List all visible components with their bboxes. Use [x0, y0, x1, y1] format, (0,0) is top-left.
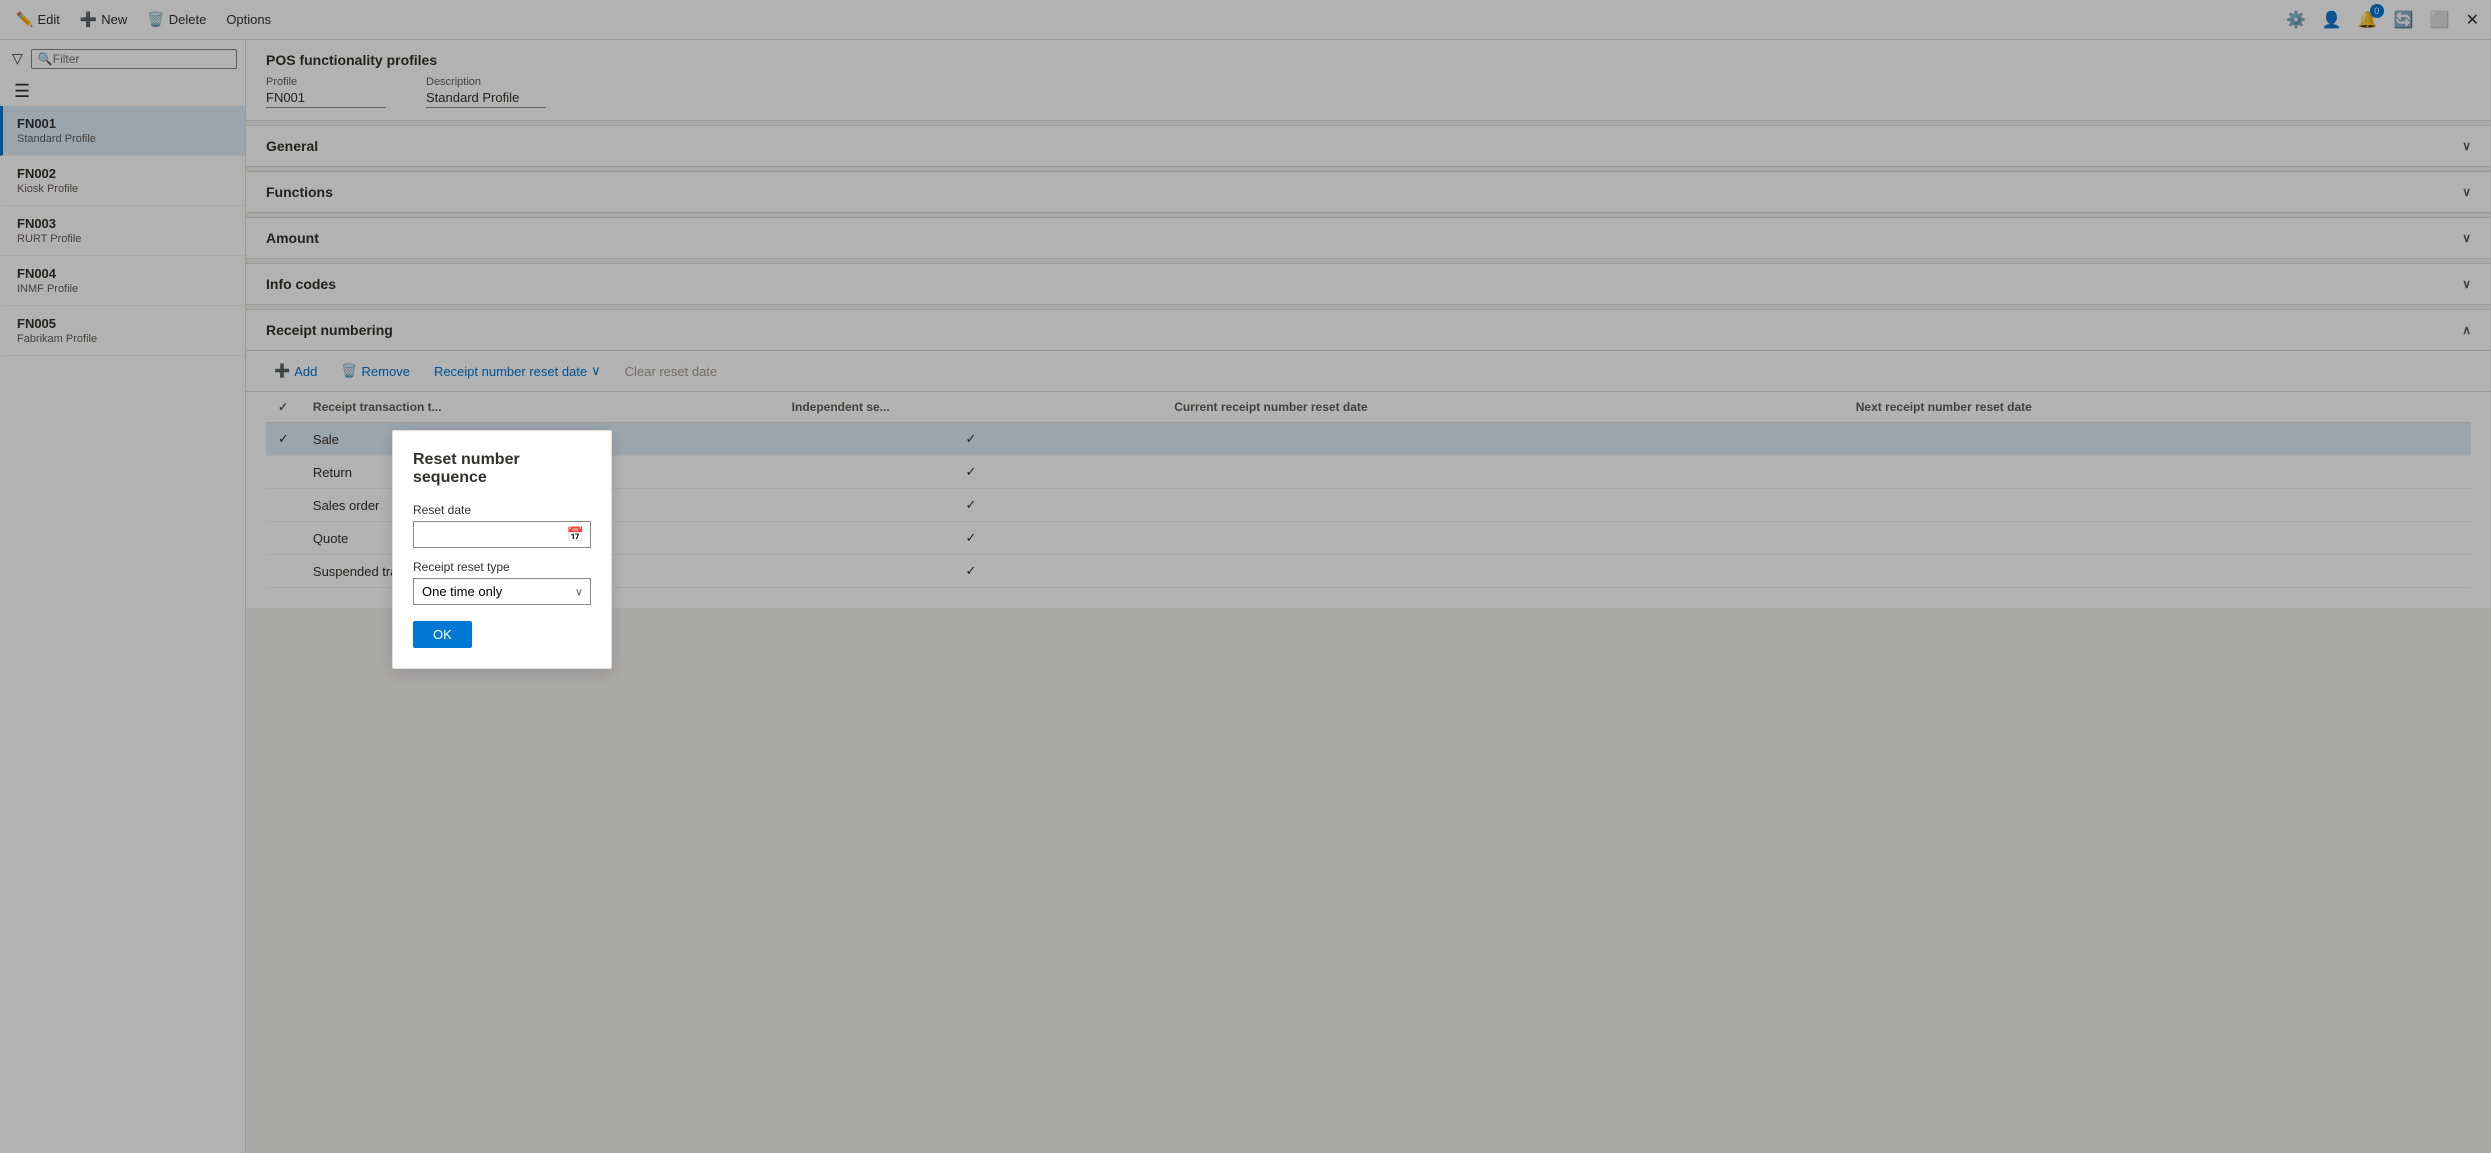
dialog-title: Reset number sequence — [413, 451, 591, 487]
ok-button[interactable]: OK — [413, 621, 472, 648]
calendar-icon[interactable]: 📅 — [561, 522, 590, 547]
receipt-reset-type-field: Receipt reset type One time onlyDailyWee… — [413, 560, 591, 605]
reset-date-label: Reset date — [413, 503, 591, 517]
dialog-actions: OK — [413, 621, 591, 648]
reset-number-dialog: Reset number sequence Reset date 📅 Recei… — [392, 430, 612, 669]
reset-date-input[interactable] — [414, 523, 561, 546]
reset-date-field: Reset date 📅 — [413, 503, 591, 548]
reset-date-input-wrap: 📅 — [413, 521, 591, 548]
reset-type-select-wrap: One time onlyDailyWeeklyMonthlyYearly ∨ — [413, 578, 591, 605]
receipt-reset-type-label: Receipt reset type — [413, 560, 591, 574]
dialog-overlay: Reset number sequence Reset date 📅 Recei… — [0, 0, 2491, 1153]
reset-type-select[interactable]: One time onlyDailyWeeklyMonthlyYearly — [413, 578, 591, 605]
